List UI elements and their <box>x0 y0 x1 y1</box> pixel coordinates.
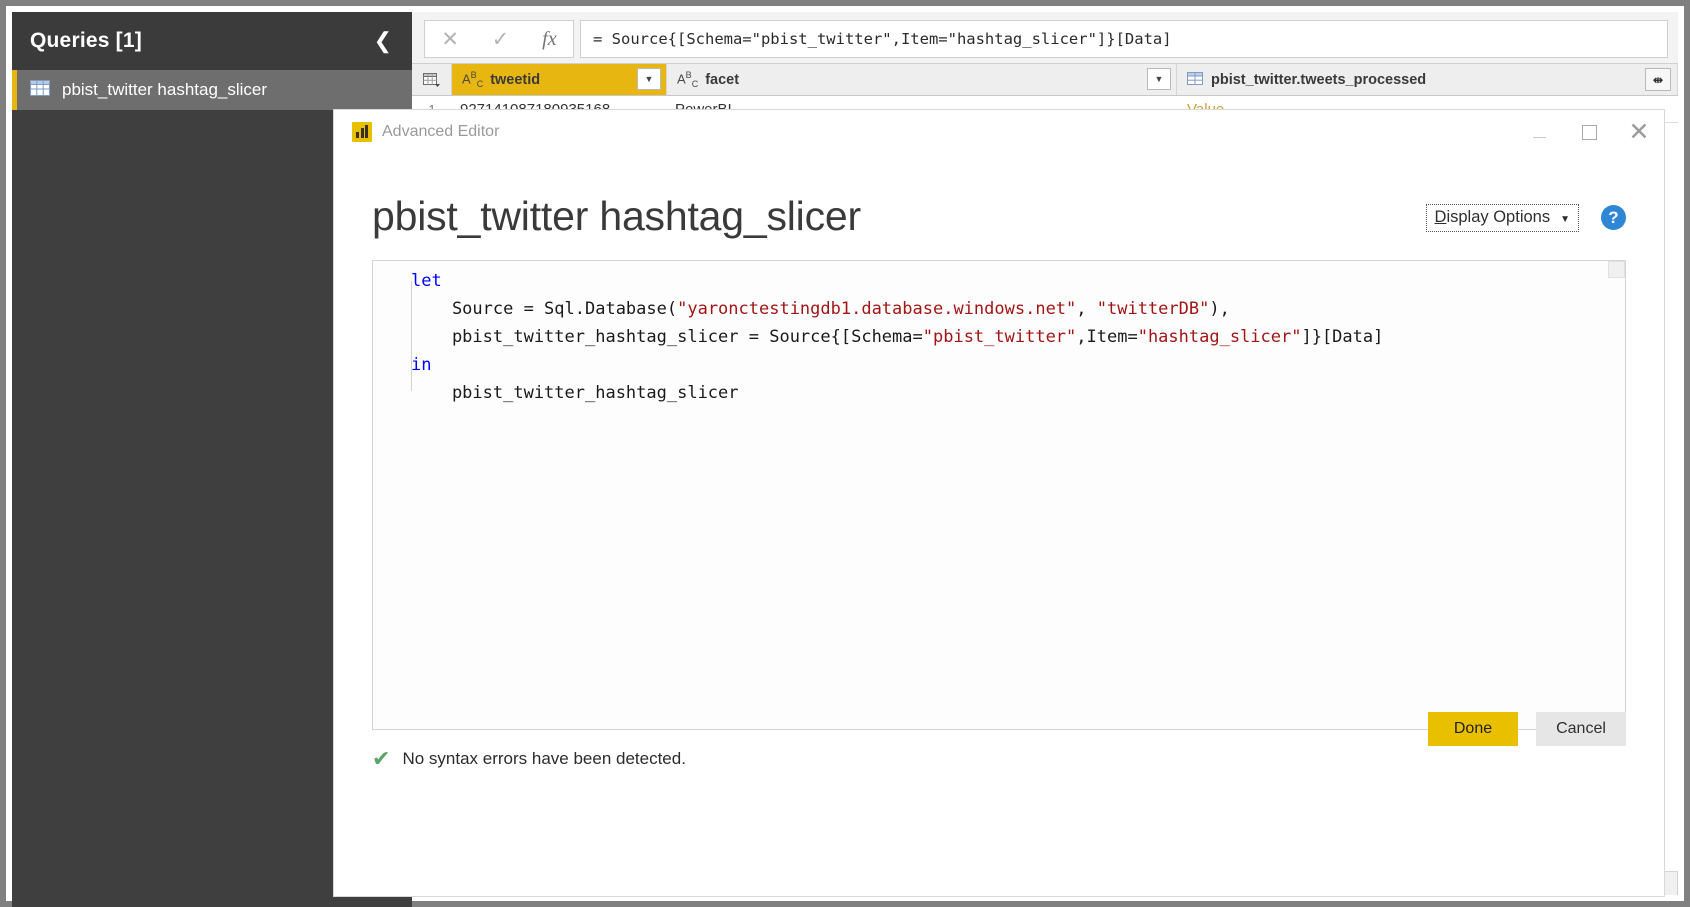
chevron-down-icon[interactable]: ▼ <box>637 68 661 90</box>
advanced-editor-dialog: Advanced Editor ✕ pbist_twitter hashtag_… <box>334 110 1664 896</box>
m-code-editor[interactable]: let Source = Sql.Database("yaronctesting… <box>372 260 1626 730</box>
grid-column-header-tweets-processed[interactable]: pbist_twitter.tweets_processed ⇹ <box>1177 64 1678 95</box>
code-line2-string-database: "twitterDB" <box>1096 299 1210 319</box>
table-icon <box>30 79 50 101</box>
display-options-accel: D <box>1434 208 1447 226</box>
chevron-left-icon[interactable]: ❮ <box>368 26 398 56</box>
display-options-label: isplay Options <box>1446 208 1551 226</box>
code-line3-pre: pbist_twitter_hashtag_slicer = Source{[S… <box>411 327 923 347</box>
dialog-body: pbist_twitter hashtag_slicer Display Opt… <box>334 182 1664 772</box>
code-line3-mid: ,Item= <box>1076 327 1138 347</box>
m-code-text[interactable]: let Source = Sql.Database("yaronctesting… <box>411 267 1607 407</box>
queries-pane-title: Queries [1] <box>30 29 142 52</box>
editor-gutter <box>373 261 411 729</box>
maximize-icon[interactable] <box>1564 110 1614 154</box>
code-line3-string-schema: "pbist_twitter" <box>922 327 1077 347</box>
code-line3-post: ]}[Data] <box>1301 327 1384 347</box>
scroll-up-button[interactable] <box>1608 261 1625 278</box>
table-select-icon[interactable] <box>412 64 452 95</box>
formula-bar-buttons: ✕ ✓ fx <box>424 20 574 58</box>
abc-icon: ABC <box>677 70 699 89</box>
power-bi-icon <box>352 122 372 142</box>
page-title: pbist_twitter hashtag_slicer <box>372 192 861 239</box>
grid-column-header-tweetid[interactable]: ABC tweetid ▼ <box>452 64 667 95</box>
code-keyword-in: in <box>411 355 432 375</box>
display-options-dropdown[interactable]: Display Options ▼ <box>1425 204 1579 232</box>
query-list-item-label: pbist_twitter hashtag_slicer <box>62 80 268 99</box>
code-line2-post: ), <box>1209 299 1230 319</box>
code-line2-mid: , <box>1076 299 1097 319</box>
window-controls: ✕ <box>1514 110 1664 154</box>
x-icon[interactable]: ✕ <box>441 29 459 50</box>
syntax-status-row: ✔ No syntax errors have been detected. <box>372 746 1626 772</box>
syntax-status-text: No syntax errors have been detected. <box>402 749 686 768</box>
grid-column-header-label: facet <box>705 71 740 88</box>
fx-icon[interactable]: fx <box>542 28 556 51</box>
code-line5: pbist_twitter_hashtag_slicer <box>411 383 739 403</box>
grid-column-header-label: tweetid <box>490 71 541 88</box>
formula-input[interactable]: = Source{[Schema="pbist_twitter",Item="h… <box>580 20 1668 58</box>
done-button[interactable]: Done <box>1428 712 1518 746</box>
query-list-item[interactable]: pbist_twitter hashtag_slicer <box>12 70 412 110</box>
dialog-window-title: Advanced Editor <box>382 123 500 140</box>
abc-icon: ABC <box>462 70 484 89</box>
formula-bar: ✕ ✓ fx = Source{[Schema="pbist_twitter",… <box>412 12 1678 64</box>
chevron-down-icon: ▼ <box>1560 214 1570 225</box>
grid-column-header-facet[interactable]: ABC facet ▼ <box>667 64 1177 95</box>
check-icon: ✔ <box>372 746 391 771</box>
grid-column-headers: ABC tweetid ▼ ABC facet ▼ pbist_twitter.… <box>412 64 1678 96</box>
code-line3-string-item: "hashtag_slicer" <box>1137 327 1302 347</box>
dialog-heading-row: pbist_twitter hashtag_slicer Display Opt… <box>372 182 1626 238</box>
chevron-down-icon[interactable]: ▼ <box>1147 68 1171 90</box>
screen: Queries [1] ❮ pbist_twitter hashtag_slic… <box>0 0 1690 907</box>
grid-column-header-label: pbist_twitter.tweets_processed <box>1211 71 1427 88</box>
queries-pane-header: Queries [1] ❮ <box>12 12 412 70</box>
dialog-title-bar[interactable]: Advanced Editor ✕ <box>334 110 1664 154</box>
expand-columns-icon[interactable]: ⇹ <box>1645 68 1671 91</box>
cancel-button[interactable]: Cancel <box>1536 712 1626 746</box>
minimize-icon[interactable] <box>1514 110 1564 154</box>
dialog-footer: Done Cancel <box>1428 712 1626 746</box>
check-icon[interactable]: ✓ <box>492 29 510 50</box>
code-line2-string-server: "yaronctestingdb1.database.windows.net" <box>677 299 1077 319</box>
code-line2-pre: Source = Sql.Database( <box>411 299 678 319</box>
question-mark-icon[interactable]: ? <box>1601 205 1626 230</box>
close-icon[interactable]: ✕ <box>1614 110 1664 154</box>
code-keyword-let: let <box>411 271 442 291</box>
table-icon <box>1187 72 1204 87</box>
